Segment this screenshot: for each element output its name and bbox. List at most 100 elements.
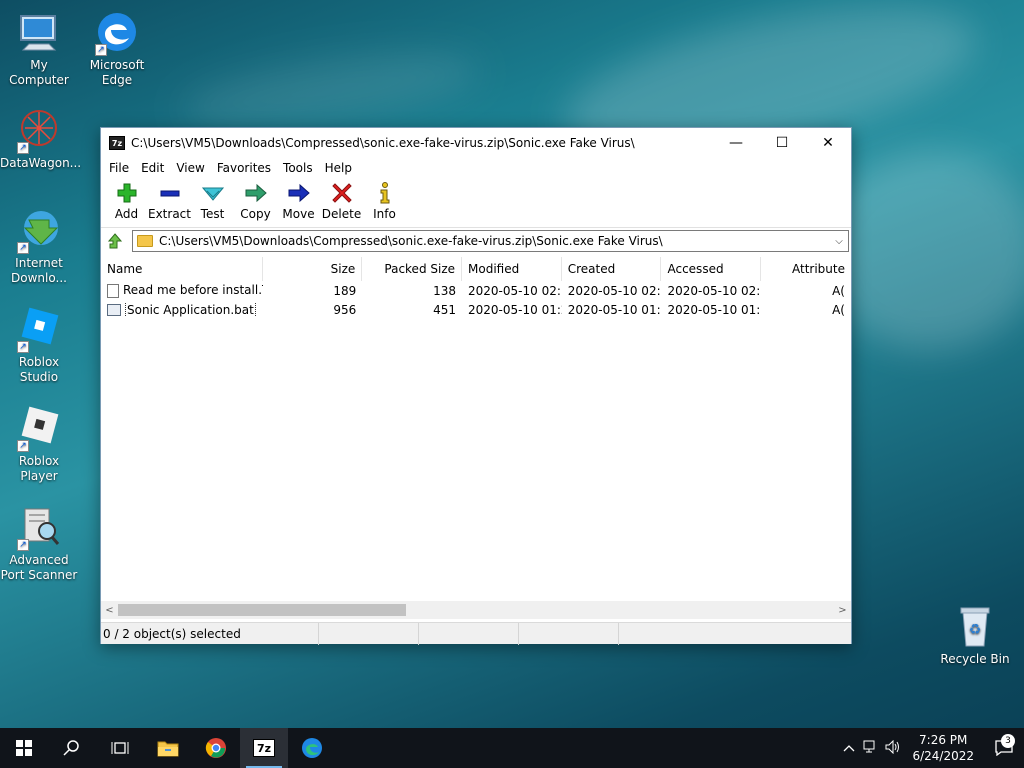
computer-icon <box>15 8 63 56</box>
column-modified[interactable]: Modified <box>462 257 562 281</box>
copy-button[interactable]: Copy <box>234 178 277 226</box>
file-manager-window[interactable]: 7z C:\Users\VM5\Downloads\Compressed\son… <box>100 127 852 645</box>
notification-center-button[interactable]: 3 <box>984 734 1024 756</box>
seven-zip-icon: 7z <box>109 136 125 150</box>
column-created[interactable]: Created <box>562 257 662 281</box>
table-row[interactable]: Sonic Application.bat 956 451 2020-05-10… <box>101 300 851 319</box>
volume-icon[interactable] <box>882 739 904 757</box>
test-button[interactable]: Test <box>191 178 234 226</box>
file-accessed: 2020-05-10 02:13 <box>667 283 761 298</box>
menu-help[interactable]: Help <box>319 161 358 175</box>
file-packed-size: 451 <box>433 302 457 317</box>
file-explorer-icon <box>157 741 179 757</box>
extract-label: Extract <box>148 207 191 221</box>
menu-tools[interactable]: Tools <box>277 161 319 175</box>
desktop-icon-label: Recycle Bin <box>940 652 1010 666</box>
column-headers: Name Size Packed Size Modified Created A… <box>101 257 851 281</box>
search-button[interactable] <box>48 728 96 768</box>
search-icon <box>63 740 79 756</box>
desktop-icon-recycle-bin[interactable]: ♻ Recycle Bin <box>936 602 1014 667</box>
file-list[interactable]: Name Size Packed Size Modified Created A… <box>101 257 851 601</box>
desktop-icon-roblox-studio[interactable]: ↗ Roblox Studio <box>0 305 78 385</box>
file-modified: 2020-05-10 01:27 <box>468 302 562 317</box>
close-button[interactable]: ✕ <box>805 128 851 158</box>
info-icon <box>374 182 396 204</box>
move-button[interactable]: Move <box>277 178 320 226</box>
menu-bar: File Edit View Favorites Tools Help <box>101 158 851 178</box>
menu-edit[interactable]: Edit <box>135 161 170 175</box>
column-packed-size[interactable]: Packed Size <box>362 257 463 281</box>
port-scanner-icon: ↗ <box>15 503 63 551</box>
window-title: C:\Users\VM5\Downloads\Compressed\sonic.… <box>131 136 635 150</box>
datawagon-icon: ↗ <box>15 106 63 154</box>
idm-icon: ↗ <box>15 206 63 254</box>
seven-zip-taskbar-button[interactable]: 7z <box>240 728 288 768</box>
menu-view[interactable]: View <box>170 161 210 175</box>
desktop-icon-label: Microsoft Edge <box>89 58 145 87</box>
file-name: Read me before install.T... <box>123 283 263 298</box>
move-label: Move <box>282 207 315 221</box>
clock[interactable]: 7:26 PM 6/24/2022 <box>904 732 984 764</box>
desktop-icon-label: Advanced Port Scanner <box>0 553 78 582</box>
task-view-button[interactable] <box>96 728 144 768</box>
address-bar: C:\Users\VM5\Downloads\Compressed\sonic.… <box>101 228 851 254</box>
extract-button[interactable]: Extract <box>148 178 191 226</box>
file-modified: 2020-05-10 02:13 <box>468 283 562 298</box>
file-attributes: A( <box>832 302 845 317</box>
desktop-icon-edge[interactable]: ↗ Microsoft Edge <box>78 8 156 88</box>
file-explorer-button[interactable] <box>144 728 192 768</box>
folder-icon <box>137 235 153 247</box>
desktop-icon-idm[interactable]: ↗ Internet Downlo... <box>0 206 78 286</box>
desktop-icon-my-computer[interactable]: My Computer <box>0 8 78 88</box>
clock-time: 7:26 PM <box>919 733 968 747</box>
maximize-button[interactable]: ☐ <box>759 128 805 158</box>
extract-icon <box>159 182 181 204</box>
shortcut-arrow-icon: ↗ <box>17 440 29 452</box>
delete-label: Delete <box>321 207 362 221</box>
file-attributes: A( <box>832 283 845 298</box>
move-icon <box>288 182 310 204</box>
copy-label: Copy <box>240 207 271 221</box>
batch-file-icon <box>107 304 121 316</box>
desktop-icon-label: My Computer <box>9 58 69 87</box>
taskbar: 7z 7:26 PM 6/24/2022 3 <box>0 728 1024 768</box>
windows-logo-icon <box>16 740 32 756</box>
scroll-track[interactable] <box>118 603 834 617</box>
task-view-icon <box>111 742 129 754</box>
shortcut-arrow-icon: ↗ <box>95 44 107 56</box>
info-button[interactable]: Info <box>363 178 406 226</box>
delete-button[interactable]: Delete <box>320 178 363 226</box>
chevron-down-icon[interactable]: ⌵ <box>830 236 848 247</box>
desktop-icon-port-scanner[interactable]: ↗ Advanced Port Scanner <box>0 503 78 583</box>
chevron-up-icon[interactable] <box>838 741 860 755</box>
edge-button[interactable] <box>288 728 336 768</box>
title-bar[interactable]: 7z C:\Users\VM5\Downloads\Compressed\son… <box>101 128 851 158</box>
file-created: 2020-05-10 01:27 <box>567 302 662 317</box>
roblox-studio-icon: ↗ <box>15 305 63 353</box>
status-bar: 0 / 2 object(s) selected <box>101 622 851 645</box>
menu-favorites[interactable]: Favorites <box>211 161 277 175</box>
scroll-thumb[interactable] <box>118 604 406 616</box>
network-icon[interactable] <box>860 740 882 757</box>
info-label: Info <box>373 207 396 221</box>
horizontal-scrollbar[interactable]: < > <box>101 601 851 619</box>
up-folder-button[interactable] <box>104 230 126 252</box>
minimize-button[interactable]: — <box>713 128 759 158</box>
path-text: C:\Users\VM5\Downloads\Compressed\sonic.… <box>159 234 663 248</box>
scroll-left-button[interactable]: < <box>101 605 118 616</box>
desktop-icon-datawagon[interactable]: ↗ DataWagon... <box>0 106 82 171</box>
column-accessed[interactable]: Accessed <box>661 257 762 281</box>
desktop-icon-label: DataWagon... <box>0 156 82 170</box>
add-button[interactable]: Add <box>105 178 148 226</box>
chrome-button[interactable] <box>192 728 240 768</box>
start-button[interactable] <box>0 728 48 768</box>
desktop-icon-roblox-player[interactable]: ↗ Roblox Player <box>0 404 78 484</box>
toolbar: Add Extract Test Copy Move Delete Info <box>101 178 851 228</box>
menu-file[interactable]: File <box>103 161 135 175</box>
column-attributes[interactable]: Attribute <box>761 257 851 281</box>
column-size[interactable]: Size <box>263 257 363 281</box>
column-name[interactable]: Name <box>101 257 263 281</box>
scroll-right-button[interactable]: > <box>834 605 851 616</box>
table-row[interactable]: Read me before install.T... 189 138 2020… <box>101 281 851 300</box>
path-field[interactable]: C:\Users\VM5\Downloads\Compressed\sonic.… <box>132 230 849 252</box>
